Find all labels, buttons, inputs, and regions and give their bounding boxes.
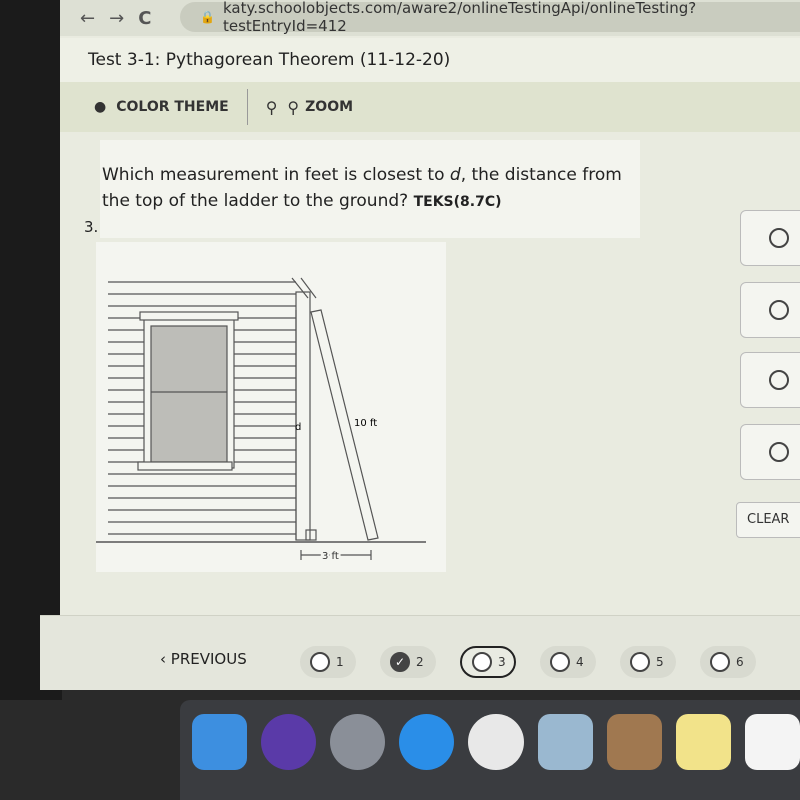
question-nav-2[interactable]: ✓ 2 bbox=[380, 646, 436, 678]
circle-icon bbox=[310, 652, 330, 672]
ladder-length-label: 10 ft bbox=[354, 418, 377, 429]
question-nav-number: 1 bbox=[336, 655, 344, 669]
circle-icon bbox=[630, 652, 650, 672]
base-length-label: 3 ft bbox=[322, 551, 339, 562]
url-text: katy.schoolobjects.com/aware2/onlineTest… bbox=[222, 0, 697, 35]
reload-icon[interactable]: C bbox=[138, 8, 151, 29]
chevron-left-icon: ‹ bbox=[160, 650, 171, 668]
color-theme-button[interactable]: COLOR THEME bbox=[116, 99, 228, 115]
clear-answer-button[interactable]: CLEAR bbox=[736, 502, 800, 538]
chrome-icon[interactable] bbox=[468, 714, 524, 770]
radio-icon[interactable] bbox=[769, 228, 789, 248]
test-title-bar: Test 3-1: Pythagorean Theorem (11-12-20) bbox=[60, 38, 800, 82]
circle-icon bbox=[710, 652, 730, 672]
check-circle-icon: ✓ bbox=[390, 652, 410, 672]
question-nav-5[interactable]: 5 bbox=[620, 646, 676, 678]
screen-bezel bbox=[0, 0, 62, 700]
contacts-icon[interactable] bbox=[606, 714, 662, 770]
question-nav-4[interactable]: 4 bbox=[540, 646, 596, 678]
question-nav-number: 4 bbox=[576, 655, 584, 669]
radio-icon[interactable] bbox=[769, 300, 789, 320]
address-bar[interactable]: 🔒 katy.schoolobjects.com/aware2/onlineTes… bbox=[180, 0, 800, 35]
safari-icon[interactable] bbox=[399, 714, 455, 770]
notes-icon[interactable] bbox=[675, 714, 731, 770]
question-nav-number: 6 bbox=[736, 655, 744, 669]
answer-option-d[interactable] bbox=[740, 424, 800, 480]
teks-label: TEKS(8.7C) bbox=[413, 194, 502, 210]
question-nav-6[interactable]: 6 bbox=[700, 646, 756, 678]
toolbar-divider bbox=[246, 89, 248, 125]
ladder-diagram: d 10 ft 3 ft bbox=[86, 242, 446, 572]
siri-icon[interactable] bbox=[261, 714, 317, 770]
question-text: Which measurement in feet is closest to … bbox=[100, 140, 640, 238]
d-label: d bbox=[295, 422, 301, 433]
question-navigation: ‹ PREVIOUS 1 ✓ 2 3 4 5 6 bbox=[40, 615, 800, 690]
forward-icon[interactable]: → bbox=[109, 8, 124, 29]
palette-icon[interactable]: ● bbox=[94, 99, 106, 115]
browser-screen: ← → C 🔒 katy.schoolobjects.com/aware2/onl… bbox=[40, 0, 800, 690]
reminders-icon[interactable] bbox=[744, 714, 800, 770]
radio-icon[interactable] bbox=[769, 370, 789, 390]
circle-icon bbox=[550, 652, 570, 672]
back-icon[interactable]: ← bbox=[80, 8, 95, 29]
test-toolbar: ● COLOR THEME ⚲ ⚲ ZOOM bbox=[60, 82, 800, 132]
test-title: Test 3-1: Pythagorean Theorem (11-12-20) bbox=[88, 50, 451, 70]
finder-icon[interactable] bbox=[192, 714, 248, 770]
zoom-in-icon[interactable]: ⚲ bbox=[287, 98, 299, 117]
question-nav-1[interactable]: 1 bbox=[300, 646, 356, 678]
previous-label: PREVIOUS bbox=[170, 650, 247, 668]
question-nav-number: 3 bbox=[498, 655, 506, 669]
zoom-button[interactable]: ZOOM bbox=[305, 99, 353, 115]
radio-icon[interactable] bbox=[769, 442, 789, 462]
launchpad-icon[interactable] bbox=[330, 714, 386, 770]
preview-icon[interactable] bbox=[537, 714, 593, 770]
question-nav-number: 5 bbox=[656, 655, 664, 669]
question-variable: d bbox=[449, 165, 461, 185]
question-nav-3[interactable]: 3 bbox=[460, 646, 516, 678]
answer-option-a[interactable] bbox=[740, 210, 800, 266]
lock-icon: 🔒 bbox=[200, 10, 215, 24]
zoom-out-icon[interactable]: ⚲ bbox=[266, 98, 278, 117]
question-nav-number: 2 bbox=[416, 655, 424, 669]
question-number: 3. bbox=[84, 218, 99, 236]
previous-button[interactable]: ‹ PREVIOUS bbox=[160, 650, 247, 668]
answer-option-b[interactable] bbox=[740, 282, 800, 338]
question-text-part: Which measurement in feet is closest to bbox=[102, 165, 450, 185]
mac-dock bbox=[180, 700, 800, 800]
circle-icon bbox=[472, 652, 492, 672]
answer-option-c[interactable] bbox=[740, 352, 800, 408]
